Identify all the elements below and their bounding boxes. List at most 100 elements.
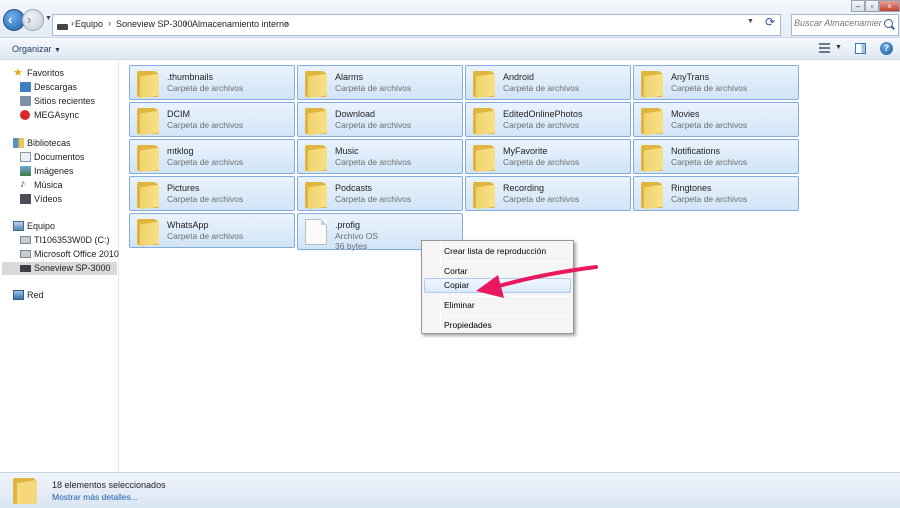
organize-button[interactable]: Organizar ▼ bbox=[12, 44, 61, 54]
folder-icon bbox=[641, 108, 663, 136]
item-type: Carpeta de archivos bbox=[671, 194, 748, 204]
breadcrumb[interactable]: › Equipo › Soneview SP-3000 › Almacenami… bbox=[52, 14, 781, 36]
folder-icon bbox=[137, 182, 159, 210]
folder-icon bbox=[473, 108, 495, 136]
menu-item-create-playlist[interactable]: Crear lista de reproducción bbox=[424, 244, 571, 259]
item-name: .thumbnails bbox=[167, 72, 214, 82]
item-name: DCIM bbox=[167, 109, 190, 119]
item-name: Podcasts bbox=[335, 183, 373, 193]
search-input[interactable] bbox=[794, 18, 882, 28]
refresh-icon[interactable]: ⟳ bbox=[765, 15, 775, 29]
breadcrumb-item-equipo[interactable]: Equipo bbox=[75, 19, 103, 29]
nav-item-musica[interactable]: ♪ Música bbox=[0, 179, 119, 192]
item-type: Carpeta de archivos bbox=[167, 83, 244, 93]
menu-separator bbox=[444, 315, 570, 316]
nav-item-label: Imágenes bbox=[34, 166, 74, 176]
folder-item[interactable]: .thumbnails Carpeta de archivos bbox=[129, 65, 295, 100]
help-icon[interactable]: ? bbox=[880, 42, 893, 55]
address-bar: – ▫ × ‹ › ▼ › Equipo › Soneview SP-3000 … bbox=[0, 0, 900, 38]
item-type: Carpeta de archivos bbox=[671, 83, 748, 93]
folder-icon bbox=[137, 71, 159, 99]
close-icon[interactable]: × bbox=[879, 0, 900, 12]
folder-item[interactable]: Android Carpeta de archivos bbox=[465, 65, 631, 100]
nav-favorites[interactable]: ★ Favoritos bbox=[0, 67, 119, 80]
nav-item-megasync[interactable]: MEGAsync bbox=[0, 109, 119, 122]
item-type: Carpeta de archivos bbox=[503, 157, 580, 167]
navigation-pane: ★ Favoritos Descargas Sitios recientes M… bbox=[0, 60, 119, 472]
item-name: Ringtones bbox=[671, 183, 712, 193]
nav-item-office-drive[interactable]: Microsoft Office 2010 H bbox=[0, 248, 119, 261]
chevron-down-icon[interactable]: ▼ bbox=[835, 44, 842, 51]
item-type: Carpeta de archivos bbox=[335, 157, 412, 167]
history-dropdown-icon[interactable]: ▼ bbox=[45, 15, 52, 22]
drive-icon bbox=[20, 250, 31, 258]
nav-network[interactable]: Red bbox=[0, 289, 119, 302]
preview-pane-icon[interactable] bbox=[855, 43, 866, 54]
nav-item-imagenes[interactable]: Imágenes bbox=[0, 165, 119, 178]
folder-item[interactable]: Movies Carpeta de archivos bbox=[633, 102, 799, 137]
nav-item-soneview[interactable]: Soneview SP-3000 bbox=[2, 262, 117, 275]
drive-icon bbox=[57, 24, 68, 30]
item-type: Carpeta de archivos bbox=[167, 194, 244, 204]
item-type: Carpeta de archivos bbox=[167, 157, 244, 167]
item-name: EditedOnlinePhotos bbox=[503, 109, 583, 119]
folder-icon bbox=[13, 478, 37, 504]
item-name: WhatsApp bbox=[167, 220, 209, 230]
folder-item[interactable]: MyFavorite Carpeta de archivos bbox=[465, 139, 631, 174]
address-dropdown-icon[interactable]: ▼ bbox=[747, 18, 754, 25]
folder-item[interactable]: mtklog Carpeta de archivos bbox=[129, 139, 295, 174]
folder-icon bbox=[137, 108, 159, 136]
folder-item[interactable]: Podcasts Carpeta de archivos bbox=[297, 176, 463, 211]
item-name: Android bbox=[503, 72, 535, 82]
folder-item[interactable]: Download Carpeta de archivos bbox=[297, 102, 463, 137]
nav-item-label: Documentos bbox=[34, 152, 85, 162]
more-details-link[interactable]: Mostrar más detalles... bbox=[52, 492, 138, 502]
folder-icon bbox=[641, 71, 663, 99]
command-bar: Organizar ▼ ▼ ? bbox=[0, 38, 900, 60]
folder-item[interactable]: Music Carpeta de archivos bbox=[297, 139, 463, 174]
nav-item-label: Música bbox=[34, 180, 63, 190]
item-size: 36 bytes bbox=[335, 241, 368, 251]
nav-item-descargas[interactable]: Descargas bbox=[0, 81, 119, 94]
folder-item[interactable]: Alarms Carpeta de archivos bbox=[297, 65, 463, 100]
folder-item[interactable]: EditedOnlinePhotos Carpeta de archivos bbox=[465, 102, 631, 137]
folder-item[interactable]: Notifications Carpeta de archivos bbox=[633, 139, 799, 174]
folder-item[interactable]: Pictures Carpeta de archivos bbox=[129, 176, 295, 211]
item-name: mtklog bbox=[167, 146, 194, 156]
breadcrumb-item-internal-storage[interactable]: Almacenamiento interno bbox=[192, 19, 289, 29]
folder-icon bbox=[641, 145, 663, 173]
nav-item-label: Soneview SP-3000 bbox=[34, 263, 111, 273]
item-name: MyFavorite bbox=[503, 146, 548, 156]
minimize-icon[interactable]: – bbox=[851, 0, 865, 12]
nav-libraries-label: Bibliotecas bbox=[27, 138, 71, 148]
document-icon bbox=[305, 219, 327, 245]
breadcrumb-item-device[interactable]: Soneview SP-3000 bbox=[116, 19, 193, 29]
menu-item-properties[interactable]: Propiedades bbox=[424, 318, 571, 333]
maximize-icon[interactable]: ▫ bbox=[865, 0, 879, 12]
item-name: Notifications bbox=[671, 146, 721, 156]
back-arrow-icon: ‹ bbox=[8, 12, 13, 27]
folder-item[interactable]: Recording Carpeta de archivos bbox=[465, 176, 631, 211]
folder-item[interactable]: AnyTrans Carpeta de archivos bbox=[633, 65, 799, 100]
item-type: Carpeta de archivos bbox=[503, 83, 580, 93]
nav-libraries[interactable]: Bibliotecas bbox=[0, 137, 119, 150]
forward-button[interactable]: › bbox=[22, 9, 44, 31]
item-name: Recording bbox=[503, 183, 545, 193]
folder-item[interactable]: WhatsApp Carpeta de archivos bbox=[129, 213, 295, 248]
search-icon[interactable] bbox=[884, 19, 893, 28]
device-icon bbox=[20, 265, 31, 272]
breadcrumb-separator-icon: › bbox=[285, 18, 288, 28]
nav-item-documentos[interactable]: Documentos bbox=[0, 151, 119, 164]
breadcrumb-separator-icon: › bbox=[108, 18, 111, 28]
nav-item-videos[interactable]: Vídeos bbox=[0, 193, 119, 206]
folder-item[interactable]: Ringtones Carpeta de archivos bbox=[633, 176, 799, 211]
folder-item[interactable]: DCIM Carpeta de archivos bbox=[129, 102, 295, 137]
folder-icon bbox=[305, 182, 327, 210]
nav-computer[interactable]: Equipo bbox=[0, 220, 119, 233]
window-controls: – ▫ × bbox=[851, 0, 900, 14]
nav-item-drive-c[interactable]: TI106353W0D (C:) bbox=[0, 234, 119, 247]
nav-item-sitios-recientes[interactable]: Sitios recientes bbox=[0, 95, 119, 108]
item-type: Carpeta de archivos bbox=[671, 157, 748, 167]
search-box[interactable] bbox=[791, 14, 899, 36]
nav-item-label: MEGAsync bbox=[34, 110, 80, 120]
